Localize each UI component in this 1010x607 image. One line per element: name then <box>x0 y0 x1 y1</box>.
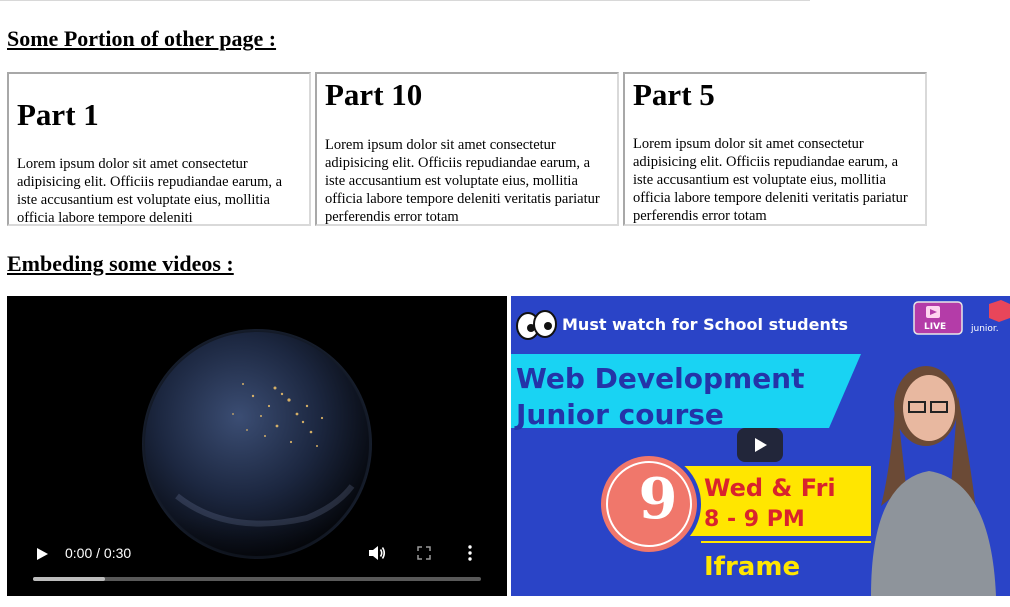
frame-title: Part 5 <box>633 77 715 112</box>
youtube-tagline: Must watch for School students <box>562 315 849 334</box>
youtube-brand: junior. <box>971 324 999 334</box>
youtube-lesson-number: 9 <box>638 466 678 532</box>
iframe-part-10[interactable]: Part 10 Lorem ipsum dolor sit amet conse… <box>315 72 619 226</box>
more-vertical-icon[interactable] <box>467 545 473 561</box>
fullscreen-icon[interactable] <box>417 546 431 560</box>
youtube-title-line1: Web Development <box>516 362 805 395</box>
iframe-part-5[interactable]: Part 5 Lorem ipsum dolor sit amet consec… <box>623 72 927 226</box>
youtube-title-line2: Junior course <box>516 398 724 431</box>
youtube-play-icon[interactable] <box>737 428 783 462</box>
top-divider <box>0 0 810 1</box>
video-buffered-bar <box>33 577 105 581</box>
video-time: 0:00 / 0:30 <box>65 545 132 561</box>
youtube-live-badge: LIVE <box>924 322 947 332</box>
youtube-days: Wed & Fri <box>704 474 836 502</box>
heading-videos: Embeding some videos : <box>7 251 234 276</box>
youtube-topic: Iframe <box>704 552 801 582</box>
frame-text: Lorem ipsum dolor sit amet consectetur a… <box>633 136 908 224</box>
youtube-embed[interactable]: Must watch for School students Web Devel… <box>511 296 1010 596</box>
youtube-time: 8 - 9 PM <box>704 507 805 532</box>
frame-title: Part 1 <box>17 97 99 132</box>
frame-text: Lorem ipsum dolor sit amet consectetur a… <box>17 156 283 226</box>
play-icon[interactable] <box>35 547 49 561</box>
frame-text: Lorem ipsum dolor sit amet consectetur a… <box>325 137 600 225</box>
video-player[interactable]: 0:00 / 0:30 <box>7 296 507 596</box>
volume-icon[interactable] <box>368 545 386 561</box>
video-controls: 0:00 / 0:30 <box>7 516 507 596</box>
video-progress-bar[interactable] <box>33 577 481 581</box>
frame-title: Part 10 <box>325 77 423 112</box>
heading-other-page: Some Portion of other page : <box>7 26 277 51</box>
iframe-part-1[interactable]: Part 1 Lorem ipsum dolor sit amet consec… <box>7 72 311 226</box>
